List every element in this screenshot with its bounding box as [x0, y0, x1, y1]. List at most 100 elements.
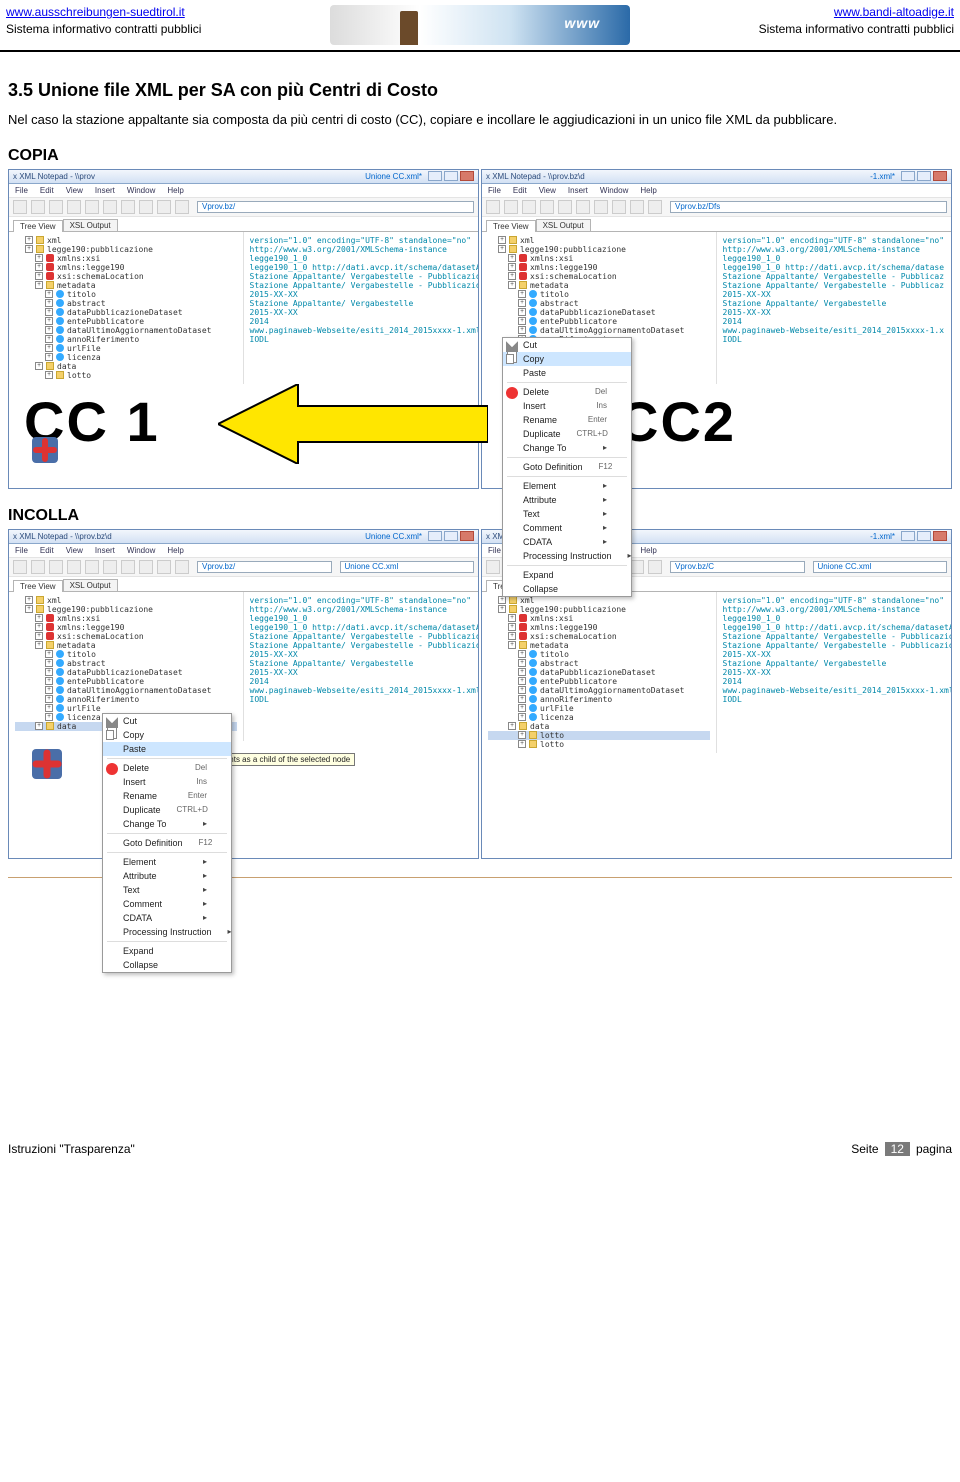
close-button[interactable]: [460, 171, 474, 181]
maximize-button[interactable]: [444, 171, 458, 181]
tree-node[interactable]: +xsi:schemaLocation: [488, 272, 710, 281]
menu-item-insert[interactable]: InsertIns: [103, 775, 231, 789]
tree-node[interactable]: +lotto: [15, 371, 237, 380]
toolbar-button[interactable]: [175, 560, 189, 574]
menu-item-delete[interactable]: DeleteDel: [103, 761, 231, 775]
menu-item-change to[interactable]: Change To▸: [103, 817, 231, 831]
toolbar-button[interactable]: [648, 200, 662, 214]
tree-node[interactable]: +dataPubblicazioneDataset: [15, 668, 237, 677]
menu-item-insert[interactable]: InsertIns: [503, 399, 631, 413]
toolbar-button[interactable]: [504, 200, 518, 214]
tree-node[interactable]: +entePubblicatore: [15, 317, 237, 326]
tree-node[interactable]: +dataUltimoAggiornamentoDataset: [15, 326, 237, 335]
tree-node[interactable]: +dataPubblicazioneDataset: [488, 668, 710, 677]
close-button[interactable]: [933, 171, 947, 181]
toolbar-button[interactable]: [121, 560, 135, 574]
menu-item-expand[interactable]: Expand: [503, 568, 631, 582]
tree-node[interactable]: +xsi:schemaLocation: [15, 632, 237, 641]
tree-node[interactable]: +xsi:schemaLocation: [15, 272, 237, 281]
menu-item[interactable]: Window: [127, 546, 155, 555]
tree-node[interactable]: +titolo: [15, 650, 237, 659]
context-menu-paste[interactable]: CutCopyPasteDeleteDelInsertInsRenameEnte…: [102, 713, 232, 973]
address-box[interactable]: Vprov.bz/: [197, 201, 474, 213]
tree-node[interactable]: +metadata: [15, 281, 237, 290]
toolbar-button[interactable]: [594, 200, 608, 214]
toolbar-button[interactable]: [85, 200, 99, 214]
menu-item-processing instruction[interactable]: Processing Instruction▸: [503, 549, 631, 563]
tab-xsl output[interactable]: XSL Output: [536, 219, 591, 231]
menu-item-copy[interactable]: Copy: [503, 352, 631, 366]
menu-item-cdata[interactable]: CDATA▸: [103, 911, 231, 925]
tree-node[interactable]: +lotto: [488, 731, 710, 740]
close-button[interactable]: [933, 531, 947, 541]
tree-node[interactable]: +xmlns:xsi: [15, 254, 237, 263]
tab-tree view[interactable]: Tree View: [486, 220, 536, 232]
menu-item[interactable]: Edit: [513, 186, 527, 195]
tree-node[interactable]: +urlFile: [488, 704, 710, 713]
menu-item-paste[interactable]: Paste: [503, 366, 631, 380]
tree-node[interactable]: +dataUltimoAggiornamentoDataset: [488, 326, 710, 335]
maximize-button[interactable]: [917, 171, 931, 181]
address-box[interactable]: Vprov.bz/: [197, 561, 332, 573]
menu-item-paste[interactable]: Paste: [103, 742, 231, 756]
menu-item-element[interactable]: Element▸: [103, 855, 231, 869]
tree-node[interactable]: +dataPubblicazioneDataset: [488, 308, 710, 317]
menu-item-attribute[interactable]: Attribute▸: [103, 869, 231, 883]
menu-item[interactable]: Help: [640, 186, 656, 195]
menu-item[interactable]: Window: [127, 186, 155, 195]
xml-tree[interactable]: +xml+legge190:pubblicazione+xmlns:xsi+xm…: [482, 592, 717, 753]
toolbar-button[interactable]: [13, 560, 27, 574]
tab-tree view[interactable]: Tree View: [13, 580, 63, 592]
tree-node[interactable]: +licenza: [15, 353, 237, 362]
tab-xsl output[interactable]: XSL Output: [63, 219, 118, 231]
tree-node[interactable]: +urlFile: [15, 704, 237, 713]
xml-tree[interactable]: +xml+legge190:pubblicazione+xmlns:xsi+xm…: [9, 232, 244, 384]
address-box[interactable]: Vprov.bz/Dfs: [670, 201, 947, 213]
toolbar-button[interactable]: [486, 200, 500, 214]
menu-item-delete[interactable]: DeleteDel: [503, 385, 631, 399]
minimize-button[interactable]: [901, 171, 915, 181]
menu-item-comment[interactable]: Comment▸: [103, 897, 231, 911]
tree-node[interactable]: +metadata: [15, 641, 237, 650]
menu-item-text[interactable]: Text▸: [103, 883, 231, 897]
tree-node[interactable]: +annoRiferimento: [488, 695, 710, 704]
menu-item-cut[interactable]: Cut: [103, 714, 231, 728]
menu-item[interactable]: Insert: [568, 186, 588, 195]
toolbar-button[interactable]: [612, 200, 626, 214]
maximize-button[interactable]: [444, 531, 458, 541]
toolbar-button[interactable]: [175, 200, 189, 214]
toolbar-button[interactable]: [49, 560, 63, 574]
menu-item[interactable]: File: [15, 186, 28, 195]
menu-item-element[interactable]: Element▸: [503, 479, 631, 493]
tree-node[interactable]: +xml: [15, 596, 237, 605]
tree-node[interactable]: +lotto: [488, 740, 710, 749]
tree-node[interactable]: +annoRiferimento: [15, 695, 237, 704]
menu-item-duplicate[interactable]: DuplicateCTRL+D: [503, 427, 631, 441]
link-right[interactable]: www.bandi-altoadige.it: [834, 5, 954, 19]
menu-item-expand[interactable]: Expand: [103, 944, 231, 958]
tab-xsl output[interactable]: XSL Output: [63, 579, 118, 591]
tree-node[interactable]: +xmlns:legge190: [15, 263, 237, 272]
menu-item[interactable]: Edit: [40, 186, 54, 195]
toolbar-button[interactable]: [540, 200, 554, 214]
tree-node[interactable]: +urlFile: [15, 344, 237, 353]
tree-node[interactable]: +abstract: [488, 299, 710, 308]
toolbar-button[interactable]: [157, 560, 171, 574]
toolbar-button[interactable]: [103, 560, 117, 574]
tree-node[interactable]: +entePubblicatore: [15, 677, 237, 686]
toolbar-button[interactable]: [486, 560, 500, 574]
menu-item[interactable]: View: [66, 186, 83, 195]
menu-item-processing instruction[interactable]: Processing Instruction▸: [103, 925, 231, 939]
menu-item[interactable]: File: [488, 186, 501, 195]
menu-item[interactable]: View: [66, 546, 83, 555]
tree-node[interactable]: +abstract: [488, 659, 710, 668]
menu-item[interactable]: Edit: [40, 546, 54, 555]
tree-node[interactable]: +xmlns:legge190: [488, 263, 710, 272]
tree-node[interactable]: +xmlns:legge190: [15, 623, 237, 632]
menu-item-collapse[interactable]: Collapse: [103, 958, 231, 972]
toolbar-button[interactable]: [67, 560, 81, 574]
tree-node[interactable]: +data: [488, 722, 710, 731]
tree-node[interactable]: +xmlns:xsi: [488, 614, 710, 623]
toolbar-button[interactable]: [67, 200, 81, 214]
tree-node[interactable]: +abstract: [15, 299, 237, 308]
